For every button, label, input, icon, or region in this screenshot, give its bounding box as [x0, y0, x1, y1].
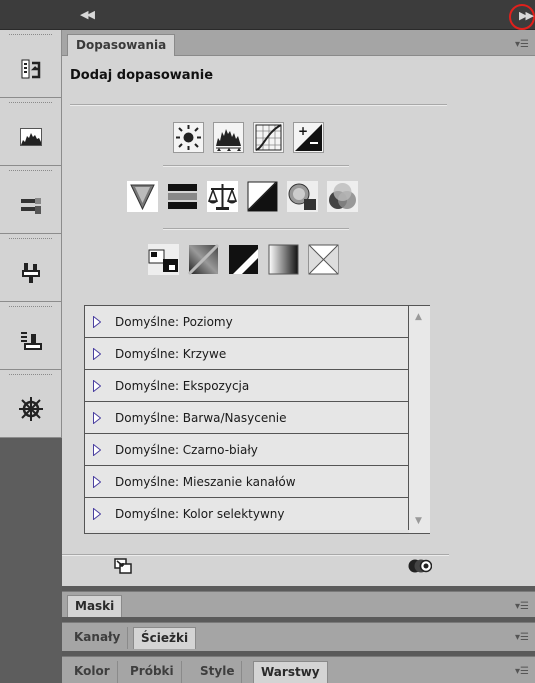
clip-to-layer-icon[interactable] [114, 558, 132, 574]
panel-menu-icon[interactable]: ▾☰ [515, 666, 529, 677]
posterize-icon[interactable] [188, 244, 219, 275]
curves-icon[interactable] [253, 122, 284, 153]
brushes-icon[interactable] [0, 177, 61, 233]
list-item[interactable]: Domyślne: Kolor selektywny [85, 498, 409, 530]
photo-filter-icon[interactable] [287, 181, 318, 212]
dock-top-bar: ◀◀ ▶▶ [0, 0, 535, 30]
list-item[interactable]: Domyślne: Ekspozycja [85, 370, 409, 402]
list-item[interactable]: Domyślne: Czarno-biały [85, 434, 409, 466]
dock-group [0, 98, 62, 166]
tab-kolor[interactable]: Kolor [67, 661, 118, 683]
expand-triangle-icon[interactable] [93, 411, 101, 424]
channels-paths-panel: Kanały Ścieżki ▾☰ [62, 622, 535, 651]
list-item-label: Domyślne: Krzywe [115, 346, 227, 361]
tab-dopasowania[interactable]: Dopasowania [67, 34, 176, 56]
expand-triangle-icon[interactable] [93, 315, 101, 328]
panel-menu-icon[interactable]: ▾☰ [515, 39, 529, 50]
dock-grip[interactable] [0, 370, 61, 381]
dock-group [0, 302, 62, 370]
color-layers-panel: Kolor Próbki Style Warstwy ▾☰ [62, 656, 535, 683]
history-icon[interactable] [0, 41, 61, 97]
dock-group [0, 234, 62, 302]
dock-group [0, 166, 62, 234]
dock-group [0, 370, 62, 438]
panel-menu-icon[interactable]: ▾☰ [515, 601, 529, 612]
expand-triangle-icon[interactable] [93, 443, 101, 456]
panel-title: Dodaj dopasowanie [70, 68, 214, 83]
adjustment-row-1: + [173, 122, 324, 153]
dock-grip[interactable] [0, 30, 61, 41]
divider [70, 104, 447, 106]
selective-color-icon[interactable] [308, 244, 339, 275]
color-balance-icon[interactable] [207, 181, 238, 212]
vibrance-icon[interactable] [127, 181, 158, 212]
scroll-down-icon[interactable]: ▼ [415, 516, 422, 526]
collapse-dock-icon[interactable]: ◀◀ [80, 8, 95, 21]
tab-style[interactable]: Style [193, 661, 243, 683]
scroll-up-icon[interactable]: ▲ [415, 312, 422, 322]
masks-panel: Maski ▾☰ [62, 591, 535, 617]
divider [163, 165, 349, 167]
gradient-map-icon[interactable] [268, 244, 299, 275]
list-item[interactable]: Domyślne: Mieszanie kanałów [85, 466, 409, 498]
presets-list: Domyślne: Poziomy Domyślne: Krzywe Domyś… [84, 305, 430, 534]
icon-dock [0, 30, 62, 683]
adjustment-row-2 [127, 181, 358, 212]
tab-probki[interactable]: Próbki [123, 661, 182, 683]
list-item-label: Domyślne: Czarno-biały [115, 442, 258, 457]
exposure-icon[interactable]: + [293, 122, 324, 153]
actions-icon[interactable] [0, 245, 61, 301]
dock-grip[interactable] [0, 98, 61, 109]
levels-icon[interactable] [213, 122, 244, 153]
histogram-icon[interactable] [0, 109, 61, 165]
list-item-label: Domyślne: Mieszanie kanałów [115, 474, 296, 489]
expand-triangle-icon[interactable] [93, 475, 101, 488]
panel-bottom-tools [62, 550, 535, 584]
tab-warstwy[interactable]: Warstwy [253, 661, 328, 683]
list-item-label: Domyślne: Barwa/Nasycenie [115, 410, 287, 425]
expand-triangle-icon[interactable] [93, 379, 101, 392]
invert-icon[interactable] [148, 244, 179, 275]
panel-tab-bar: Dopasowania ▾☰ [62, 30, 535, 56]
dock-grip[interactable] [0, 166, 61, 177]
visibility-mask-icon[interactable] [408, 559, 432, 573]
navigator-icon[interactable] [0, 381, 61, 437]
tab-sciezki[interactable]: Ścieżki [133, 627, 197, 649]
threshold-icon[interactable] [228, 244, 259, 275]
brightness-contrast-icon[interactable] [173, 122, 204, 153]
list-item[interactable]: Domyślne: Barwa/Nasycenie [85, 402, 409, 434]
list-scrollbar[interactable]: ▲ ▼ [409, 306, 430, 533]
tab-maski[interactable]: Maski [67, 595, 123, 617]
dock-grip[interactable] [0, 302, 61, 313]
list-item[interactable]: Domyślne: Poziomy [85, 306, 409, 338]
expand-triangle-icon[interactable] [93, 347, 101, 360]
divider [163, 228, 349, 230]
list-item[interactable]: Domyślne: Krzywe [85, 338, 409, 370]
dock-group [0, 30, 62, 98]
expand-triangle-icon[interactable] [93, 508, 101, 520]
tab-kanaly[interactable]: Kanały [67, 627, 129, 649]
list-item-label: Domyślne: Poziomy [115, 314, 233, 329]
list-item-label: Domyślne: Ekspozycja [115, 378, 250, 393]
panel-menu-icon[interactable]: ▾☰ [515, 632, 529, 643]
hue-saturation-icon[interactable] [167, 181, 198, 212]
expand-panels-icon[interactable]: ▶▶ [519, 9, 534, 22]
channel-mixer-icon[interactable] [327, 181, 358, 212]
svg-text:+: + [298, 124, 308, 138]
clone-source-icon[interactable] [0, 313, 61, 369]
dock-grip[interactable] [0, 234, 61, 245]
adjustment-row-3 [148, 244, 339, 275]
black-white-icon[interactable] [247, 181, 278, 212]
list-item-label: Domyślne: Kolor selektywny [115, 507, 285, 521]
